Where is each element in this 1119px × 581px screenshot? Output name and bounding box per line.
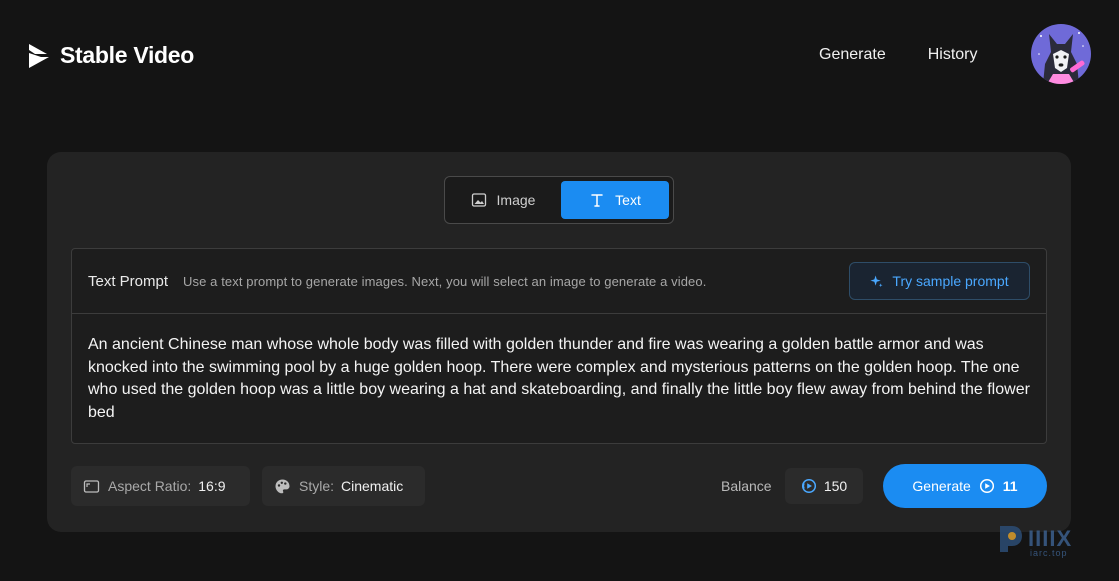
brand-name: Stable Video: [60, 42, 195, 68]
generate-label: Generate: [912, 478, 971, 494]
prompt-textarea[interactable]: An ancient Chinese man whose whole body …: [72, 314, 1048, 444]
aspect-ratio-selector[interactable]: Aspect Ratio: 16:9: [71, 466, 250, 506]
try-sample-prompt-button[interactable]: Try sample prompt: [849, 262, 1030, 300]
main-nav: Generate History: [819, 46, 978, 64]
aspect-ratio-icon: [83, 479, 100, 493]
mode-toggle: Image Text: [444, 176, 674, 224]
palette-icon: [275, 479, 290, 493]
nav-history[interactable]: History: [928, 46, 978, 64]
top-bar: Stable Video Generate History: [0, 0, 1119, 110]
balance-label: Balance: [721, 478, 772, 494]
mode-text-button[interactable]: Text: [561, 181, 669, 219]
generate-cost: 11: [1002, 478, 1018, 494]
generator-card: Image Text Text Prompt Use a text prompt…: [47, 152, 1071, 532]
image-icon: [471, 193, 486, 207]
watermark-sub: iarc.top: [1030, 548, 1068, 558]
prompt-box: Text Prompt Use a text prompt to generat…: [71, 248, 1048, 444]
prompt-hint: Use a text prompt to generate images. Ne…: [183, 273, 707, 289]
aspect-ratio-value: 16:9: [198, 478, 226, 494]
credits-icon: [801, 478, 816, 494]
mode-image-label: Image: [496, 192, 536, 208]
mode-text-label: Text: [615, 192, 641, 208]
aspect-ratio-label: Aspect Ratio:: [108, 478, 192, 494]
avatar[interactable]: [1031, 24, 1091, 84]
style-value: Cinematic: [341, 478, 404, 494]
generate-button[interactable]: Generate 11: [883, 464, 1047, 508]
brand[interactable]: Stable Video: [27, 42, 194, 69]
style-selector[interactable]: Style: Cinematic: [262, 466, 425, 506]
watermark: IIIIX iarc.top: [996, 524, 1072, 558]
watermark-logo-icon: [1000, 526, 1022, 552]
prompt-header: Text Prompt Use a text prompt to generat…: [72, 249, 1046, 314]
stable-video-logo-icon: [29, 44, 49, 68]
try-sample-prompt-label: Try sample prompt: [892, 273, 1009, 289]
mode-image-button[interactable]: Image: [449, 181, 557, 219]
balance-display: 150: [785, 468, 863, 504]
sparkle-icon: [870, 274, 883, 287]
text-icon: [591, 194, 603, 207]
nav-generate[interactable]: Generate: [819, 46, 886, 64]
balance-value: 150: [823, 478, 848, 494]
prompt-title: Text Prompt: [88, 272, 169, 290]
husky-avatar-icon: [1031, 24, 1091, 84]
credits-icon: [979, 478, 994, 494]
style-label: Style:: [299, 478, 335, 494]
